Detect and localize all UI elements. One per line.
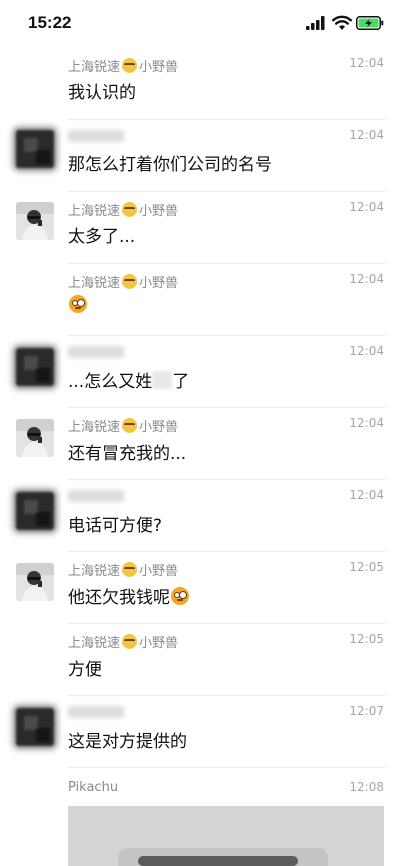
message-text: ...怎么又姓了 <box>68 370 190 392</box>
message-row[interactable]: 上海锐速 小野兽 12:04 我认识的 <box>0 48 400 120</box>
nerd-face-icon <box>122 418 138 433</box>
sender-name: 上海锐速 小野兽 <box>68 58 179 75</box>
message-time: 12:05 <box>349 560 384 574</box>
message-time: 12:04 <box>349 56 384 70</box>
blurred-name <box>68 490 124 502</box>
image-attachment[interactable] <box>68 806 384 866</box>
message-time: 12:04 <box>349 272 384 286</box>
blurred-name <box>68 130 124 142</box>
avatar[interactable] <box>16 492 54 530</box>
message-time: 12:05 <box>349 632 384 646</box>
message-text: 还有冒充我的... <box>68 444 187 464</box>
message-text: 他还欠我钱呢 <box>68 583 189 608</box>
message-text: 那怎么打着你们公司的名号 <box>68 155 272 175</box>
nerd-face-icon <box>122 202 138 217</box>
message-row[interactable]: 上海锐速 小野兽 12:04 <box>0 264 400 336</box>
sender-name <box>68 488 124 502</box>
message-time: 12:07 <box>349 704 384 718</box>
message-time: 12:08 <box>349 780 384 794</box>
battery-charging-icon <box>356 16 384 30</box>
redaction-mask <box>152 370 173 389</box>
message-row[interactable]: 12:07 这是对方提供的 <box>0 696 400 768</box>
signal-icon <box>306 16 325 30</box>
status-icons <box>306 15 386 33</box>
sender-name: 上海锐速 小野兽 <box>68 274 179 291</box>
flushed-face-emoji <box>171 586 189 605</box>
blurred-name <box>68 346 124 358</box>
message-text: 这是对方提供的 <box>68 732 187 752</box>
message-text: 电话可方便? <box>68 516 163 536</box>
message-text: 方便 <box>68 660 102 680</box>
message-time: 12:04 <box>349 128 384 142</box>
avatar[interactable] <box>16 202 54 240</box>
sender-name: 上海锐速 小野兽 <box>68 562 179 579</box>
avatar[interactable] <box>16 419 54 457</box>
message-row[interactable]: 12:04 电话可方便? <box>0 480 400 552</box>
status-time: 15:22 <box>28 13 72 32</box>
message-time: 12:04 <box>349 344 384 358</box>
sender-name <box>68 128 124 142</box>
nerd-face-icon <box>122 58 138 73</box>
message-row[interactable]: 上海锐速 小野兽 12:05 方便 <box>0 624 400 696</box>
image-content <box>138 856 298 866</box>
message-row[interactable]: 上海锐速 小野兽 12:04 还有冒充我的... <box>0 408 400 480</box>
nerd-face-icon <box>122 274 138 289</box>
message-text: 我认识的 <box>68 83 136 103</box>
sender-name <box>68 344 124 358</box>
nerd-face-icon <box>122 634 138 649</box>
avatar[interactable] <box>16 708 54 746</box>
blurred-name <box>68 706 124 718</box>
message-text: 太多了... <box>68 227 136 247</box>
message-time: 12:04 <box>349 200 384 214</box>
message-row[interactable]: 上海锐速 小野兽 12:05 他还欠我钱呢 <box>0 552 400 624</box>
sender-name: 上海锐速 小野兽 <box>68 202 179 219</box>
wifi-icon <box>332 15 352 30</box>
avatar[interactable] <box>16 563 54 601</box>
message-row[interactable]: 12:04 ...怎么又姓了 <box>0 336 400 408</box>
message-time: 12:04 <box>349 416 384 430</box>
message-text <box>68 295 87 313</box>
flushed-face-emoji <box>69 295 87 313</box>
avatar[interactable] <box>16 130 54 168</box>
sender-name: 上海锐速 小野兽 <box>68 634 179 651</box>
status-bar: 15:22 <box>0 0 400 48</box>
sender-name: 上海锐速 小野兽 <box>68 418 179 435</box>
message-time: 12:04 <box>349 488 384 502</box>
nerd-face-icon <box>122 562 138 577</box>
message-row[interactable]: 上海锐速 小野兽 12:04 太多了... <box>0 192 400 264</box>
message-row[interactable]: 12:04 那怎么打着你们公司的名号 <box>0 120 400 192</box>
sender-name <box>68 704 124 718</box>
sender-name: Pikachu <box>68 780 119 795</box>
avatar[interactable] <box>16 348 54 386</box>
